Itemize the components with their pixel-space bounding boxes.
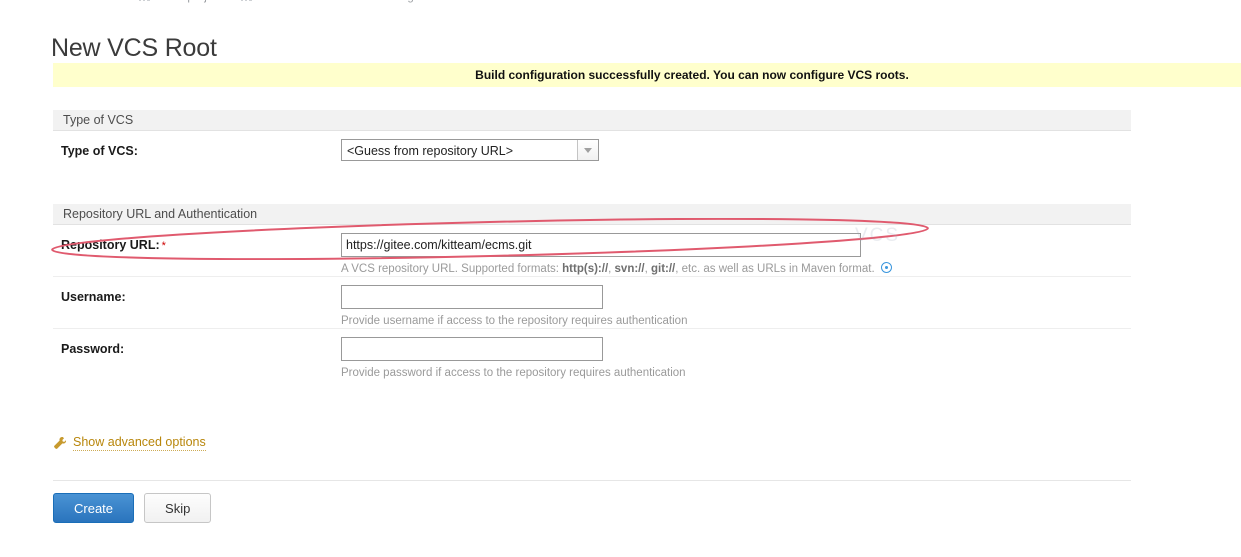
breadcrumb-separator: / (283, 0, 294, 3)
form-row-password: Password: Provide password if access to … (53, 329, 1131, 380)
field-username: Provide username if access to the reposi… (341, 277, 1131, 328)
repository-url-input[interactable] (341, 233, 861, 257)
chevron-down-icon[interactable] (577, 140, 598, 160)
hint-password: Provide password if access to the reposi… (341, 367, 686, 379)
actions-divider (53, 480, 1131, 481)
label-repository-url-text: Repository URL: (61, 238, 160, 252)
hint-format-svn: svn:// (614, 263, 645, 275)
show-advanced-options-link[interactable]: Show advanced options (53, 435, 206, 451)
wrench-icon (54, 436, 67, 449)
hint-format-http: http(s):// (562, 263, 609, 275)
page-title: New VCS Root (51, 33, 217, 62)
breadcrumb-item-administration[interactable]: Administration (53, 0, 127, 3)
username-input[interactable] (341, 285, 603, 309)
hint-format-git: git:// (650, 263, 676, 275)
hint-repository-url-prefix: A VCS repository URL. Supported formats: (341, 263, 563, 275)
form-row-username: Username: Provide username if access to … (53, 277, 1131, 329)
field-type-of-vcs: <Guess from repository URL> (341, 131, 1131, 164)
hint-repository-url-suffix: , etc. as well as URLs in Maven format. (675, 263, 875, 275)
breadcrumb-item-root-project[interactable]: <Root project> (153, 0, 230, 3)
password-input[interactable] (341, 337, 603, 361)
success-banner: Build configuration successfully created… (53, 63, 1241, 87)
skip-button[interactable]: Skip (144, 493, 212, 523)
required-marker: * (161, 240, 166, 252)
type-of-vcs-select-value: <Guess from repository URL> (347, 144, 514, 158)
label-username: Username: (61, 290, 126, 304)
hint-username: Provide username if access to the reposi… (341, 315, 688, 327)
form-row-type-of-vcs: Type of VCS: <Guess from repository URL> (53, 131, 1131, 177)
show-advanced-options-label: Show advanced options (73, 435, 206, 451)
form-actions: Create Skip (53, 493, 212, 523)
label-type-of-vcs: Type of VCS: (61, 144, 138, 158)
breadcrumb-item-version-control-settings[interactable]: Version Control Settings (294, 0, 420, 3)
create-button[interactable]: Create (53, 493, 135, 523)
field-password: Provide password if access to the reposi… (341, 329, 1131, 380)
help-circle-icon[interactable] (880, 262, 892, 273)
section-header-repository-url-and-authentication: Repository URL and Authentication (53, 204, 1131, 225)
breadcrumb-item-ecms[interactable]: ecms (255, 0, 283, 3)
field-repository-url: A VCS repository URL. Supported formats:… (341, 225, 1131, 276)
breadcrumb: Administration/<Root project>/ecms/Versi… (53, 0, 420, 3)
hint-repository-url: A VCS repository URL. Supported formats:… (341, 262, 1131, 276)
section-header-type-of-vcs: Type of VCS (53, 110, 1131, 131)
form-row-repository-url: Repository URL:* A VCS repository URL. S… (53, 225, 1131, 277)
breadcrumb-separator: / (127, 0, 138, 3)
label-repository-url: Repository URL: * (53, 225, 341, 252)
type-of-vcs-select[interactable]: <Guess from repository URL> (341, 139, 599, 161)
project-icon (240, 0, 252, 1)
breadcrumb-separator: / (229, 0, 240, 3)
vcs-root-form: Type of VCS Type of VCS: <Guess from rep… (53, 110, 1131, 380)
label-password: Password: (61, 342, 125, 356)
success-banner-message: Build configuration successfully created… (475, 68, 909, 82)
project-icon (138, 0, 150, 1)
